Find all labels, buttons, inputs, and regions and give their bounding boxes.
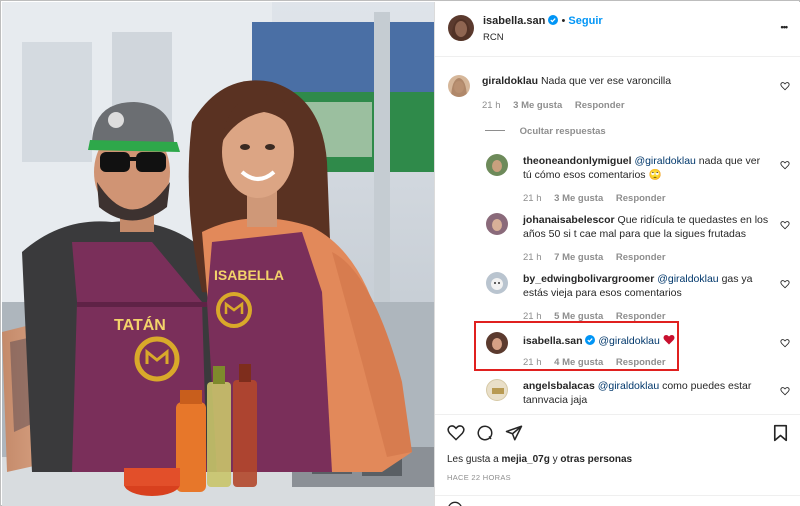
author-avatar[interactable]: [448, 15, 474, 41]
comment-likes[interactable]: 3 Me gusta: [513, 100, 562, 111]
like-reply-icon[interactable]: [780, 279, 790, 289]
like-reply-icon[interactable]: [780, 386, 790, 396]
comment-body: Nada que ver ese varoncilla: [540, 75, 672, 87]
divider-line: [485, 130, 505, 131]
reply-text: angelsbalacas @giraldoklau como puedes e…: [523, 380, 752, 406]
reply-likes[interactable]: 4 Me gusta: [554, 357, 603, 368]
post-location[interactable]: RCN: [483, 32, 504, 43]
reply-username[interactable]: johanaisabelescor: [523, 214, 615, 226]
reply-avatar[interactable]: [486, 379, 508, 401]
reply-meta: 21 h 4 Me gusta Responder: [523, 357, 666, 368]
author-username[interactable]: isabella.san: [483, 15, 545, 27]
comment-meta: 21 h 3 Me gusta Responder: [482, 100, 625, 111]
share-icon[interactable]: [505, 424, 523, 442]
reply-time[interactable]: 21 h: [523, 193, 542, 204]
verified-icon: [548, 15, 559, 25]
like-reply-icon[interactable]: [780, 220, 790, 230]
like-reply-icon[interactable]: [780, 338, 790, 348]
comment-time[interactable]: 21 h: [482, 100, 501, 111]
reply-text: isabella.san @giraldoklau: [523, 334, 763, 349]
verified-icon: [585, 335, 596, 345]
like-comment-icon[interactable]: [780, 81, 790, 91]
reply-likes[interactable]: 7 Me gusta: [554, 252, 603, 263]
reply-username[interactable]: angelsbalacas: [523, 380, 595, 392]
reply-username[interactable]: isabella.san: [523, 335, 583, 347]
reply-button[interactable]: Responder: [616, 357, 666, 368]
likes-others-link[interactable]: otras personas: [560, 454, 632, 465]
likes-user-link[interactable]: mejia_07g: [501, 454, 549, 465]
reply-text: theoneandonlymiguel @giraldoklau nada qu…: [523, 155, 761, 181]
follow-button[interactable]: Seguir: [568, 15, 602, 27]
reply-button[interactable]: Responder: [616, 193, 666, 204]
reply-avatar[interactable]: [486, 332, 508, 354]
apron-left-name: TATÁN: [114, 315, 166, 334]
post-photo[interactable]: TATÁN ISABELLA: [2, 2, 434, 506]
reply-text: by_edwingbolivargroomer @giraldoklau gas…: [523, 273, 753, 299]
like-post-icon[interactable]: [447, 424, 465, 441]
reply-text: johanaisabelescor Que ridícula te quedas…: [523, 214, 769, 240]
emoji-icon[interactable]: [447, 501, 463, 506]
reply-mention[interactable]: @giraldoklau: [634, 155, 695, 167]
comment-text: giraldoklau Nada que ver ese varoncilla: [482, 75, 762, 89]
like-reply-icon[interactable]: [780, 160, 790, 170]
heart-emoji-icon: [663, 334, 675, 345]
post-actions: Les gusta a mejia_07g y otras personas H…: [435, 414, 800, 506]
apron-right-name: ISABELLA: [214, 267, 284, 283]
divider: [435, 495, 800, 496]
reply-avatar[interactable]: [486, 213, 508, 235]
save-bookmark-icon[interactable]: [773, 424, 788, 442]
commenter-avatar[interactable]: [448, 75, 470, 97]
comment-icon[interactable]: [476, 424, 494, 442]
reply-time[interactable]: 21 h: [523, 252, 542, 263]
reply-button[interactable]: Responder: [616, 252, 666, 263]
reply-meta: 21 h 3 Me gusta Responder: [523, 193, 666, 204]
post-modal: TATÁN ISABELLA isabella.san • Seguir RCN…: [0, 0, 800, 506]
reply-time[interactable]: 21 h: [523, 357, 542, 368]
reply-mention[interactable]: @giraldoklau: [657, 273, 718, 285]
reply-username[interactable]: by_edwingbolivargroomer: [523, 273, 654, 285]
post-header: isabella.san • Seguir RCN •••: [435, 2, 800, 57]
reply-mention[interactable]: @giraldoklau: [598, 335, 659, 347]
post-photo-art: TATÁN ISABELLA: [2, 2, 434, 506]
reply-username[interactable]: theoneandonlymiguel: [523, 155, 632, 167]
reply-likes[interactable]: 3 Me gusta: [554, 193, 603, 204]
reply-button[interactable]: Responder: [575, 100, 625, 111]
comment-username[interactable]: giraldoklau: [482, 75, 538, 87]
likes-summary: Les gusta a mejia_07g y otras personas: [447, 454, 633, 465]
comments-panel: isabella.san • Seguir RCN ••• giraldokla…: [434, 2, 800, 506]
reply-meta: 21 h 7 Me gusta Responder: [523, 252, 666, 263]
post-timestamp[interactable]: HACE 22 HORAS: [447, 473, 511, 482]
hide-replies-button[interactable]: Ocultar respuestas: [485, 126, 606, 137]
reply-mention[interactable]: @giraldoklau: [598, 380, 659, 392]
reply-avatar[interactable]: [486, 154, 508, 176]
reply-avatar[interactable]: [486, 272, 508, 294]
more-options-icon[interactable]: •••: [781, 22, 789, 32]
